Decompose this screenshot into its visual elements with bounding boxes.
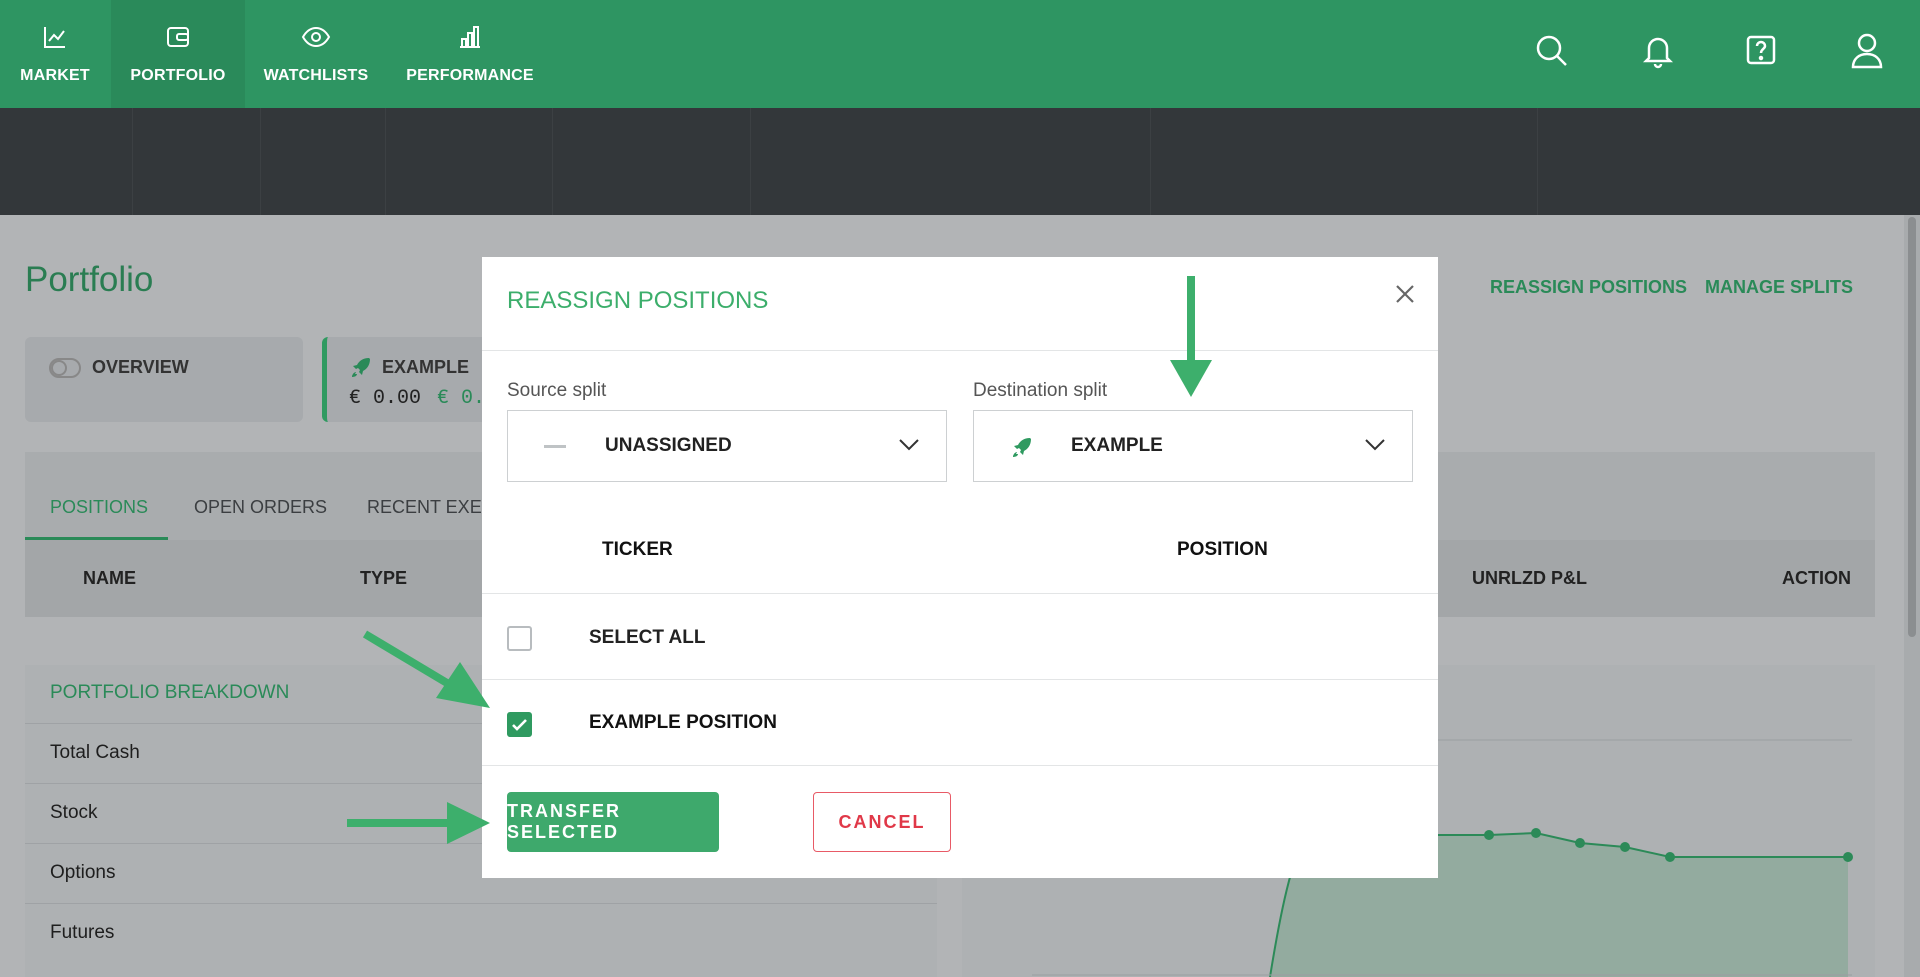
col-ticker: TICKER <box>602 539 673 560</box>
rocket-icon <box>1013 438 1031 457</box>
eye-icon <box>301 26 331 48</box>
select-all-label[interactable]: SELECT ALL <box>589 627 705 649</box>
overview-card-title: OVERVIEW <box>92 357 189 377</box>
page-scrollbar-thumb[interactable] <box>1908 217 1916 637</box>
col-type: TYPE <box>360 568 408 588</box>
nav-performance-label: PERFORMANCE <box>406 67 534 84</box>
modal-title: REASSIGN POSITIONS <box>507 287 769 314</box>
arrow-diagonal-icon <box>362 630 490 708</box>
breakdown-row-total-cash: Total Cash <box>50 742 140 763</box>
col-name: NAME <box>83 568 136 588</box>
top-navigation: MARKET PORTFOLIO WATCHLISTS PERFORMANCE <box>0 0 1920 108</box>
line-chart-icon <box>44 27 65 48</box>
tab-recent-executions[interactable]: RECENT EXEC <box>367 497 495 518</box>
nav-performance[interactable]: PERFORMANCE <box>405 0 535 108</box>
chevron-down-icon <box>1365 439 1385 451</box>
col-action: ACTION <box>1782 568 1851 588</box>
select-all-checkbox[interactable] <box>507 626 532 651</box>
source-split-select[interactable]: UNASSIGNED <box>507 410 947 482</box>
page-title: Portfolio <box>25 260 154 299</box>
reassign-positions-modal: REASSIGN POSITIONS Source split UNASSIGN… <box>482 257 1438 878</box>
user-icon[interactable] <box>1850 30 1884 70</box>
page-scrollbar[interactable] <box>1904 215 1920 977</box>
nav-market[interactable]: MARKET <box>0 0 110 108</box>
split-card-example[interactable]: EXAMPLE € 0.00 € 0. <box>322 337 492 422</box>
search-icon[interactable] <box>1535 30 1569 70</box>
tab-open-orders[interactable]: OPEN ORDERS <box>194 497 327 518</box>
overview-card[interactable]: OVERVIEW <box>25 337 303 422</box>
reassign-positions-link[interactable]: REASSIGN POSITIONS <box>1490 277 1687 298</box>
dash-icon <box>544 445 566 448</box>
split-card-change: € 0. <box>437 387 486 410</box>
source-split-label: Source split <box>507 380 607 401</box>
checkmark-icon <box>512 719 527 731</box>
col-position: POSITION <box>1177 539 1268 560</box>
chevron-down-icon <box>899 439 919 451</box>
destination-split-value: EXAMPLE <box>1071 435 1163 456</box>
transfer-selected-button[interactable]: TRANSFER SELECTED <box>507 792 719 852</box>
rocket-icon <box>352 358 370 377</box>
nav-portfolio-label: PORTFOLIO <box>130 67 226 84</box>
arrow-right-icon <box>347 802 490 844</box>
destination-split-label: Destination split <box>973 380 1108 401</box>
bell-icon[interactable] <box>1642 30 1674 70</box>
toggle-icon <box>49 358 81 378</box>
breakdown-row-options: Options <box>50 862 116 883</box>
split-card-title: EXAMPLE <box>382 357 470 377</box>
breakdown-row-futures: Futures <box>50 922 115 943</box>
cancel-button[interactable]: CANCEL <box>813 792 951 852</box>
nav-portfolio[interactable]: PORTFOLIO <box>111 0 245 108</box>
tab-positions[interactable]: POSITIONS <box>50 497 148 518</box>
arrow-down-icon <box>1170 276 1212 397</box>
source-split-value: UNASSIGNED <box>605 435 732 456</box>
col-unrealized-pnl: UNRLZD P&L <box>1472 568 1587 588</box>
wallet-icon <box>167 27 189 47</box>
nav-watchlists-label: WATCHLISTS <box>263 67 369 84</box>
position-checkbox[interactable] <box>507 712 532 737</box>
manage-splits-link[interactable]: MANAGE SPLITS <box>1705 277 1853 298</box>
close-icon[interactable] <box>1392 281 1418 307</box>
position-row-label: EXAMPLE POSITION <box>589 712 777 733</box>
destination-split-select[interactable]: EXAMPLE <box>973 410 1413 482</box>
ticker-strip <box>0 108 1920 215</box>
split-card-value: € 0.00 <box>349 387 422 410</box>
nav-watchlists[interactable]: WATCHLISTS <box>255 0 377 108</box>
breakdown-row-stock: Stock <box>50 802 98 823</box>
nav-market-label: MARKET <box>20 67 90 84</box>
bar-chart-icon <box>460 26 480 48</box>
help-icon[interactable] <box>1745 30 1777 70</box>
breakdown-title: PORTFOLIO BREAKDOWN <box>50 682 290 703</box>
